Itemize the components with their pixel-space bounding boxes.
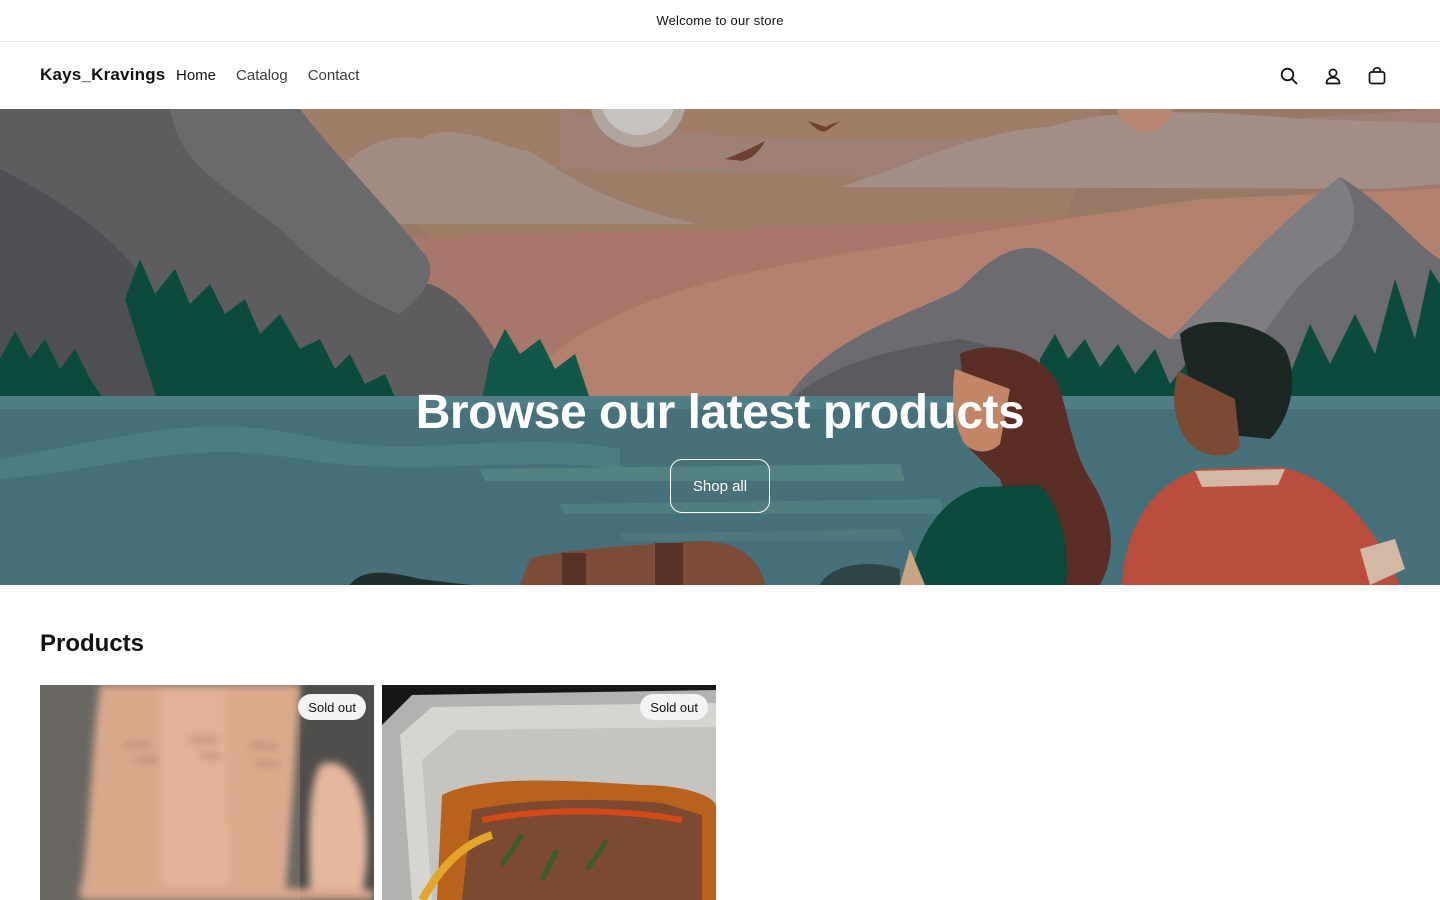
nav-home[interactable]: Home xyxy=(176,67,216,84)
product-card[interactable]: Sold out xyxy=(40,685,374,900)
store-logo[interactable]: Kays_Kravings xyxy=(40,65,165,85)
hero-title: Browse our latest products xyxy=(415,386,1025,439)
shop-all-button[interactable]: Shop all xyxy=(670,459,770,513)
hero-illustration xyxy=(0,109,1440,585)
cart-icon[interactable] xyxy=(1366,65,1388,87)
search-icon[interactable] xyxy=(1278,65,1300,87)
hero-banner: Browse our latest products Shop all xyxy=(0,109,1440,585)
product-card[interactable]: Sold out xyxy=(382,685,716,900)
sold-out-badge: Sold out xyxy=(640,694,708,720)
sold-out-badge: Sold out xyxy=(298,694,366,720)
nav-catalog[interactable]: Catalog xyxy=(236,67,288,84)
main-nav: Home Catalog Contact xyxy=(176,67,359,84)
account-icon[interactable] xyxy=(1322,65,1344,87)
site-header: Kays_Kravings Home Catalog Contact xyxy=(0,43,1440,109)
header-icons xyxy=(1278,65,1388,87)
announcement-bar: Welcome to our store xyxy=(0,0,1440,42)
nav-contact[interactable]: Contact xyxy=(308,67,360,84)
announcement-text: Welcome to our store xyxy=(656,13,784,28)
products-heading: Products xyxy=(40,630,145,657)
